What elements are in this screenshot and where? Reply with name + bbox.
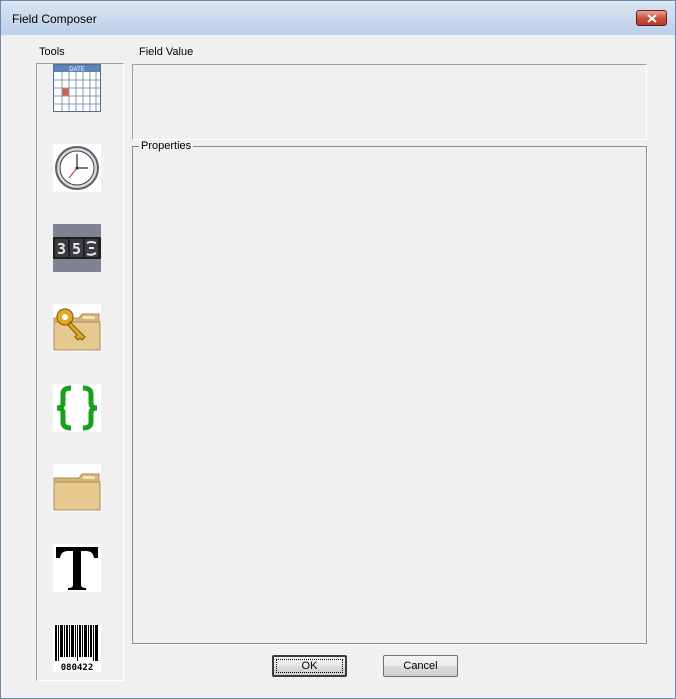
key-folder-icon: [53, 304, 101, 352]
field-value-label: Field Value: [139, 46, 194, 58]
folder-icon: [53, 464, 101, 512]
tools-label: Tools: [39, 46, 65, 58]
properties-label: Properties: [139, 140, 194, 152]
tool-key-field[interactable]: [53, 304, 101, 352]
close-button[interactable]: [636, 10, 667, 26]
tools-panel: DATE 3 5 080422: [36, 63, 124, 681]
barcode-icon: 080422: [53, 624, 101, 673]
tool-folder[interactable]: [53, 464, 101, 512]
cancel-button[interactable]: Cancel: [383, 655, 458, 677]
barcode-caption: 080422: [61, 663, 94, 672]
clock-icon: [53, 144, 101, 192]
text-icon: [53, 544, 101, 592]
svg-text:3: 3: [57, 240, 66, 258]
calendar-date-icon: DATE: [53, 64, 101, 112]
ok-focus-rect: [276, 659, 343, 673]
counter-icon: 3 5: [53, 224, 101, 272]
tool-text[interactable]: [53, 544, 101, 592]
calendar-caption: DATE: [69, 67, 85, 73]
curly-braces-icon: [53, 384, 101, 432]
close-icon: [647, 14, 657, 23]
ok-button[interactable]: OK: [272, 655, 347, 677]
field-composer-window: Field Composer Tools Field Value DATE 3 …: [0, 0, 676, 699]
title-bar[interactable]: Field Composer: [1, 1, 675, 35]
cancel-button-label: Cancel: [403, 660, 438, 672]
window-title: Field Composer: [12, 12, 97, 26]
tool-expression[interactable]: [53, 384, 101, 432]
tool-time[interactable]: [53, 144, 101, 192]
properties-group: [132, 146, 647, 644]
field-value-box[interactable]: [132, 64, 647, 140]
tool-barcode[interactable]: 080422: [53, 624, 101, 673]
dialog-client-area: Tools Field Value DATE 3 5 080422 Proper…: [8, 35, 668, 691]
svg-text:5: 5: [72, 240, 81, 258]
tool-counter[interactable]: 3 5: [53, 224, 101, 272]
tool-date[interactable]: DATE: [53, 64, 101, 112]
